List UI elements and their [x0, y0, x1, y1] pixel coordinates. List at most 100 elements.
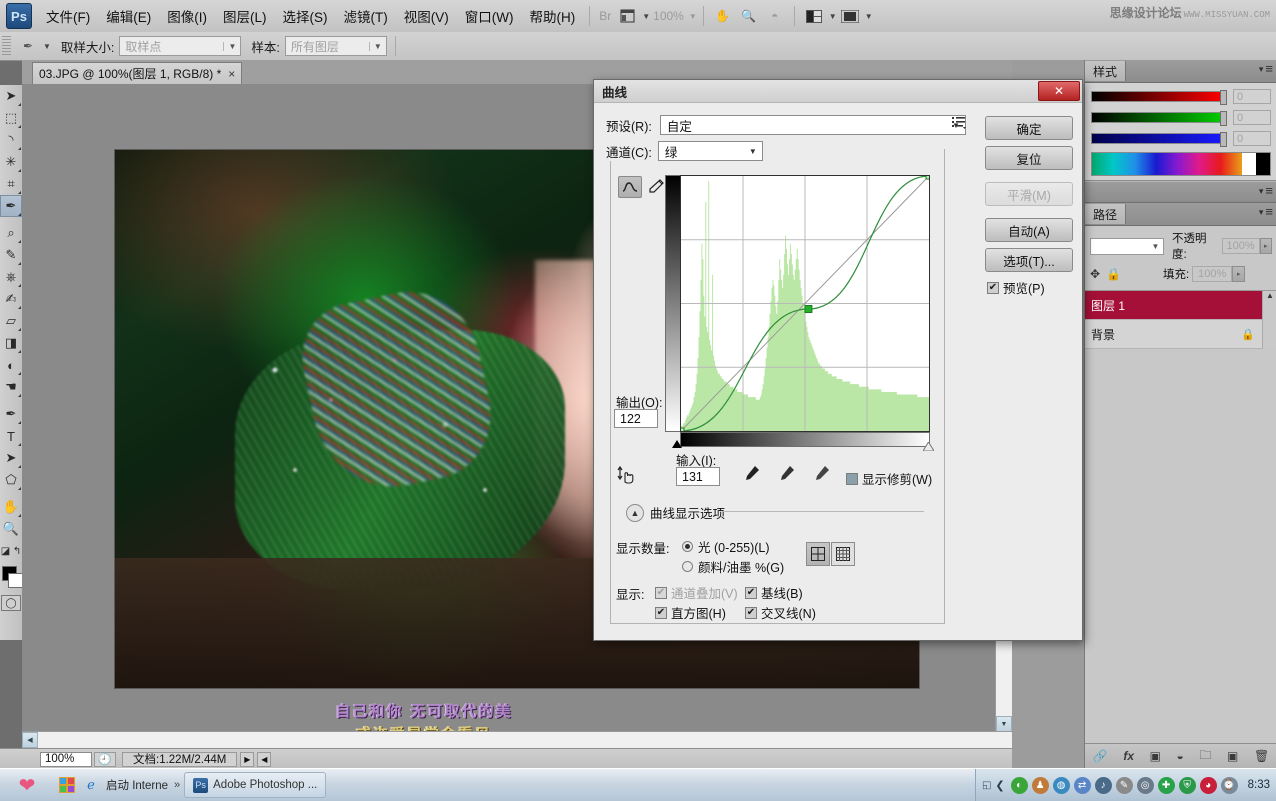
- tray-icon-7[interactable]: ◎: [1137, 777, 1154, 794]
- input-field[interactable]: 131: [676, 467, 720, 486]
- preview-row[interactable]: ✔ 预览(P): [987, 278, 1075, 297]
- crop-tool[interactable]: ⌗: [0, 173, 22, 195]
- show-clipping-checkbox[interactable]: [846, 473, 858, 485]
- preview-checkbox[interactable]: ✔: [987, 282, 999, 294]
- history-brush-tool[interactable]: ✍: [0, 288, 22, 310]
- magic-wand-tool[interactable]: ✳: [0, 151, 22, 173]
- blend-mode-select[interactable]: ▼: [1090, 238, 1164, 255]
- bridge-button[interactable]: Br: [596, 9, 614, 23]
- options-button[interactable]: 选项(T)...: [985, 248, 1073, 272]
- tray-chevron-icon[interactable]: ❮: [995, 779, 1004, 792]
- curves-dialog-titlebar[interactable]: 曲线 ✕: [594, 80, 1082, 103]
- lasso-tool[interactable]: ◝: [0, 129, 22, 151]
- arrange-caret-icon[interactable]: ▼: [829, 12, 837, 21]
- chevron-up-icon[interactable]: ▲: [626, 504, 644, 522]
- layer-scroll-up-icon[interactable]: ▲: [1263, 291, 1276, 300]
- tray-icon-1[interactable]: ◐: [1011, 777, 1028, 794]
- group-icon[interactable]: 🗀: [1199, 746, 1211, 767]
- taskbar-photoshop-button[interactable]: Ps Adobe Photoshop ...: [184, 772, 326, 798]
- scroll-down-button[interactable]: ▼: [996, 716, 1012, 732]
- show-clipping-row[interactable]: 显示修剪(W): [846, 469, 932, 488]
- move-tool[interactable]: ➤: [0, 85, 22, 107]
- checkbox-intersection[interactable]: ✔: [745, 607, 757, 619]
- tray-icon-2[interactable]: ♟: [1032, 777, 1049, 794]
- red-slider-thumb[interactable]: [1220, 90, 1227, 105]
- clock[interactable]: 8:33: [1248, 779, 1270, 791]
- opacity-stepper[interactable]: ▸: [1260, 238, 1272, 254]
- background-color-swatch[interactable]: [8, 573, 23, 588]
- menu-select[interactable]: 选择(S): [275, 4, 336, 28]
- checkbox-histogram[interactable]: ✔: [655, 607, 667, 619]
- tab-paths[interactable]: 路径: [1085, 204, 1126, 224]
- radio-pigment[interactable]: [682, 561, 693, 572]
- layer-list-scrollbar[interactable]: ▲: [1262, 291, 1276, 349]
- set-white-point-eyedropper-icon[interactable]: [812, 465, 830, 485]
- brush-tool[interactable]: ✎: [0, 244, 22, 266]
- eyedropper-tool[interactable]: ✒: [0, 195, 22, 217]
- color-panel-menu-button[interactable]: ▾≡: [1259, 63, 1273, 75]
- canvas-horizontal-scrollbar[interactable]: ◀: [22, 731, 1012, 748]
- zoom-field[interactable]: 100%: [40, 752, 92, 767]
- delete-layer-icon[interactable]: 🗑: [1254, 749, 1269, 763]
- preset-menu-icon[interactable]: [952, 116, 966, 132]
- menu-filter[interactable]: 滤镜(T): [336, 4, 396, 28]
- radio-light-row[interactable]: 光 (0-255)(L): [682, 537, 770, 556]
- hand-icon[interactable]: ✋: [710, 6, 736, 26]
- green-slider[interactable]: [1091, 112, 1225, 123]
- green-value[interactable]: 0: [1233, 110, 1271, 125]
- tray-shield-icon[interactable]: ⛨: [1179, 777, 1196, 794]
- status-menu-arrow-icon[interactable]: ▶: [240, 752, 254, 767]
- color-spectrum-ramp[interactable]: [1091, 152, 1271, 176]
- overflow-chevron-icon[interactable]: »: [174, 779, 180, 791]
- tray-volume-icon[interactable]: ♪: [1095, 777, 1112, 794]
- preset-select[interactable]: 自定 ▼: [660, 115, 966, 135]
- tab-styles[interactable]: 样式: [1085, 61, 1126, 81]
- internet-explorer-icon[interactable]: ℯ: [82, 776, 100, 794]
- on-image-adjust-icon[interactable]: [617, 465, 637, 489]
- menu-edit[interactable]: 编辑(E): [98, 4, 159, 28]
- tray-icon-8[interactable]: ✚: [1158, 777, 1175, 794]
- radio-pigment-row[interactable]: 颜料/油墨 %(G): [682, 557, 784, 576]
- screen-mode-icon[interactable]: [837, 6, 863, 26]
- start-button[interactable]: ❤: [0, 770, 54, 800]
- view-extras-icon[interactable]: [614, 6, 640, 26]
- output-field[interactable]: 122: [614, 409, 658, 428]
- channel-select[interactable]: 绿 ▼: [658, 141, 763, 161]
- adjustment-icon[interactable]: ◒: [1177, 749, 1184, 763]
- menu-image[interactable]: 图像(I): [159, 4, 215, 28]
- mask-icon[interactable]: ▣: [1150, 749, 1161, 763]
- fill-stepper[interactable]: ▸: [1232, 266, 1245, 282]
- menu-window[interactable]: 窗口(W): [457, 4, 522, 28]
- white-point-slider[interactable]: [923, 440, 933, 448]
- show-desktop-icon[interactable]: [58, 776, 76, 794]
- dodge-tool[interactable]: ☚: [0, 376, 22, 398]
- rotate-view-icon[interactable]: ◓: [762, 6, 788, 26]
- close-icon[interactable]: ✕: [1038, 81, 1080, 101]
- tray-icon-11[interactable]: ⌚: [1221, 777, 1238, 794]
- adjustments-panel-bar[interactable]: ▾≡: [1085, 181, 1276, 203]
- eraser-tool[interactable]: ▱: [0, 310, 22, 332]
- zoom-caret-icon[interactable]: ▼: [689, 12, 697, 21]
- default-colors-icon[interactable]: ◪ ↰: [0, 540, 22, 562]
- zoom-tool[interactable]: 🔍: [0, 518, 22, 540]
- hand-tool[interactable]: ✋: [0, 496, 22, 518]
- blue-value[interactable]: 0: [1233, 131, 1271, 146]
- sample-select[interactable]: 所有图层 ▼: [285, 36, 387, 56]
- quick-mask-icon[interactable]: ◯: [1, 595, 21, 611]
- blue-slider[interactable]: [1091, 133, 1225, 144]
- menu-view[interactable]: 视图(V): [396, 4, 457, 28]
- path-selection-tool[interactable]: ➤: [0, 447, 22, 469]
- checkbox-baseline-row[interactable]: ✔ 基线(B): [745, 583, 803, 602]
- radio-light[interactable]: [682, 541, 693, 552]
- opacity-value[interactable]: 100%: [1222, 238, 1260, 254]
- color-swatches[interactable]: [0, 565, 22, 591]
- menu-layer[interactable]: 图层(L): [215, 4, 275, 28]
- detailed-grid-button[interactable]: [831, 542, 855, 566]
- red-value[interactable]: 0: [1233, 89, 1271, 104]
- clone-stamp-tool[interactable]: ⎈: [0, 266, 22, 288]
- tool-preset-caret-icon[interactable]: ▼: [43, 42, 51, 51]
- new-layer-icon[interactable]: ▣: [1227, 749, 1238, 763]
- layer-row-2[interactable]: 背景 🔒: [1085, 320, 1276, 349]
- arrange-documents-icon[interactable]: [801, 6, 827, 26]
- status-timing-icon[interactable]: 🕘: [94, 752, 116, 767]
